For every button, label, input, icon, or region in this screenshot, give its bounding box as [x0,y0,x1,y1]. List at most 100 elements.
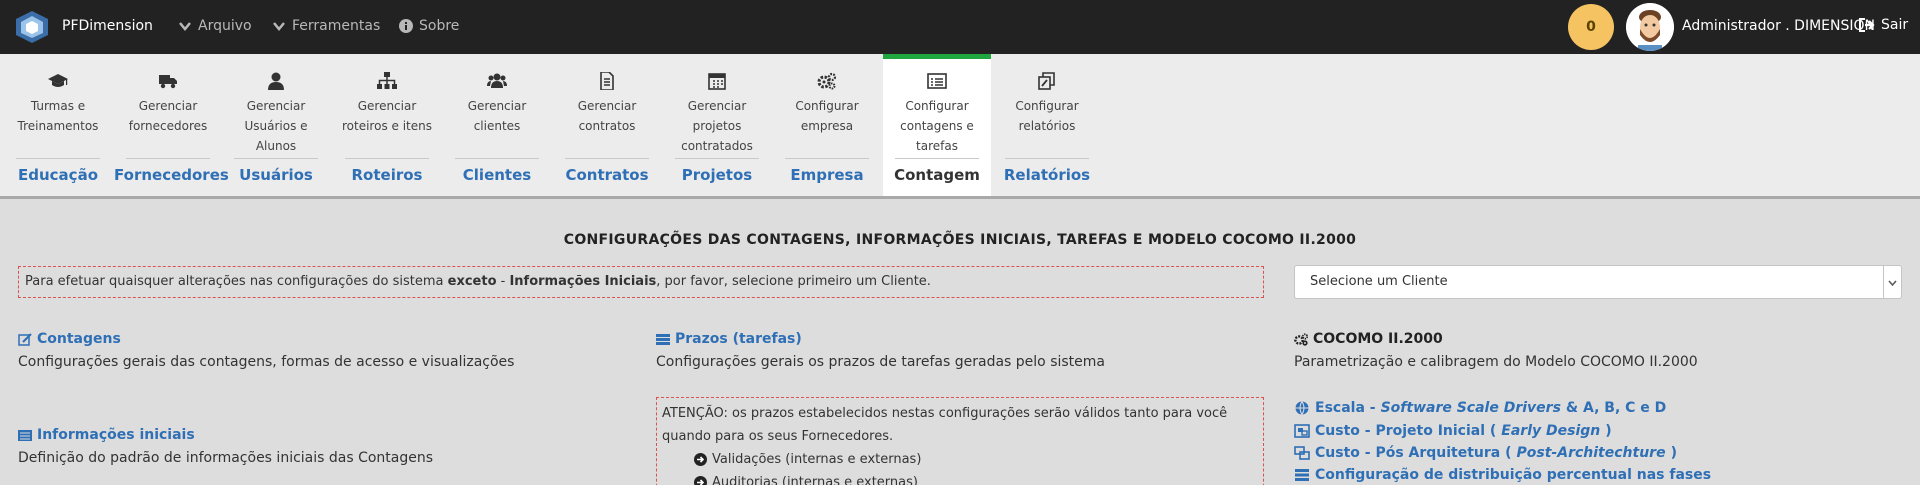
warning-text: ATENÇÃO: os prazos estabelecidos nestas … [662,406,1228,444]
informacoes-link[interactable]: Informações iniciais [18,427,195,443]
user-icon [268,72,284,90]
sitemap-icon [377,72,397,89]
module-label: Gerenciar Usuários e Alunos [244,99,308,153]
module-category[interactable]: Relatórios [993,166,1101,184]
warning-item-label: Validações (internas e externas) [712,452,922,467]
cocomo-desc: Parametrização e calibragem do Modelo CO… [1294,354,1698,370]
menu-arquivo[interactable]: Arquivo [178,18,252,34]
prazos-title: Prazos (tarefas) [675,331,802,347]
notification-badge[interactable]: 0 [1568,4,1614,50]
graduation-cap-icon [48,74,68,87]
contagens-title: Contagens [37,331,121,347]
list-alt-icon [927,73,947,89]
module-label: Gerenciar fornecedores [128,99,208,133]
module-contagem[interactable]: Configurar contagens e tarefas Contagem [883,54,991,196]
module-category[interactable]: Fornecedores [114,166,229,184]
escala-pre: Escala - [1315,400,1376,416]
module-label: Turmas e Treinamentos [17,99,99,133]
module-label: Configurar contagens e tarefas [900,99,974,153]
client-select-value: Selecione um Cliente [1310,274,1448,289]
module-category[interactable]: Roteiros [333,166,441,184]
chevron-down-icon [273,22,285,31]
informacoes-desc: Definição do padrão de informações inici… [18,450,434,466]
list-icon [1295,469,1309,481]
file-text-icon [600,72,614,90]
copy-edit-icon [1038,72,1055,90]
informacoes-title: Informações iniciais [37,427,195,443]
module-label: Gerenciar contratos [577,99,637,133]
module-label: Configurar relatórios [1015,99,1079,133]
object-ungroup-icon [1294,446,1310,460]
page-title: CONFIGURAÇÕES DAS CONTAGENS, INFORMAÇÕES… [563,232,1357,248]
notice-text-post: , por favor, selecione primeiro um Clien… [656,274,931,289]
module-category[interactable]: Clientes [443,166,551,184]
module-bar: Turmas e Treinamentos Educação Gerenciar… [0,54,1920,199]
module-category[interactable]: Contratos [553,166,661,184]
module-empresa[interactable]: Configurar empresa Empresa [773,54,881,196]
cocomo-custo-pos-link[interactable]: Custo - Pós Arquitetura (Post-Architecht… [1294,445,1677,461]
calendar-icon [708,73,726,90]
client-select[interactable]: Selecione um Cliente [1294,265,1902,299]
prazos-warning-box: ATENÇÃO: os prazos estabelecidos nestas … [656,397,1264,485]
users-icon [487,73,507,88]
main-content: CONFIGURAÇÕES DAS CONTAGENS, INFORMAÇÕES… [0,199,1920,485]
escala-italic: Software Scale Drivers [1380,400,1561,416]
sign-out-icon [1859,18,1875,32]
logout-label: Sair [1881,17,1909,33]
arrow-circle-right-icon [694,476,707,485]
custo-pos-italic: Post-Architechture [1516,445,1666,461]
custo-pos-post: ) [1670,445,1677,461]
arrow-circle-right-icon [694,453,707,466]
module-category[interactable]: Empresa [773,166,881,184]
warning-item-label: Auditorias (internas e externas) [712,475,918,485]
notice-bold-informacoes: Informações Iniciais [509,274,657,289]
cocomo-escala-link[interactable]: Escala - Software Scale Drivers & A, B, … [1294,400,1666,416]
cocomo-custo-inicial-link[interactable]: Custo - Projeto Inicial (Early Design) [1294,423,1612,439]
module-category[interactable]: Projetos [663,166,771,184]
module-contratos[interactable]: Gerenciar contratos Contratos [553,54,661,196]
cocomo-distribuicao-link[interactable]: Configuração de distribuição percentual … [1294,467,1711,483]
warning-item: Auditorias (internas e externas) [662,471,1258,485]
cocomo-title-text: COCOMO II.2000 [1313,331,1443,347]
avatar[interactable] [1626,3,1674,51]
module-fornecedores[interactable]: Gerenciar fornecedores Fornecedores [114,54,229,196]
user-name[interactable]: Administrador . DIMENSION [1682,18,1875,34]
top-navbar: PFDimension Arquivo Ferramentas Sobre 0 … [0,0,1920,54]
list-alt-icon [18,429,32,441]
custo-inicial-pre: Custo - Projeto Inicial ( [1315,423,1497,439]
custo-inicial-italic: Early Design [1501,423,1601,439]
module-relatorios[interactable]: Configurar relatórios Relatórios [993,54,1101,196]
pfdimension-logo[interactable] [14,10,50,44]
warning-item: Validações (internas e externas) [662,448,1258,471]
module-clientes[interactable]: Gerenciar clientes Clientes [443,54,551,196]
cogs-icon [1294,332,1308,346]
chevron-down-icon [1888,280,1897,286]
module-roteiros[interactable]: Gerenciar roteiros e itens Roteiros [333,54,441,196]
menu-arquivo-label: Arquivo [198,18,252,34]
tasks-icon [656,333,670,345]
menu-sobre[interactable]: Sobre [399,18,459,34]
notice-text-mid: - [496,274,510,289]
custo-pos-pre: Custo - Pós Arquitetura ( [1315,445,1512,461]
cocomo-title: COCOMO II.2000 [1294,331,1443,347]
notice-bold-exceto: exceto [447,274,497,289]
brand-name[interactable]: PFDimension [62,18,153,34]
select-caret[interactable] [1883,266,1901,298]
menu-ferramentas[interactable]: Ferramentas [272,18,380,34]
module-category[interactable]: Usuários [222,166,330,184]
distribuicao-label: Configuração de distribuição percentual … [1315,467,1712,483]
module-category[interactable]: Contagem [883,166,991,184]
chevron-down-icon [179,22,191,31]
module-educacao[interactable]: Turmas e Treinamentos Educação [4,54,112,196]
module-projetos[interactable]: Gerenciar projetos contratados Projetos [663,54,771,196]
contagens-desc: Configurações gerais das contagens, form… [18,354,515,370]
module-category[interactable]: Educação [4,166,112,184]
escala-post: & A, B, C e D [1565,400,1667,416]
module-usuarios[interactable]: Gerenciar Usuários e Alunos Usuários [222,54,330,196]
module-label: Gerenciar projetos contratados [681,99,753,153]
object-group-icon [1294,424,1310,438]
module-label: Gerenciar clientes [467,99,527,133]
contagens-link[interactable]: Contagens [18,331,121,347]
prazos-link[interactable]: Prazos (tarefas) [656,331,802,347]
logout-button[interactable]: Sair [1858,17,1908,33]
